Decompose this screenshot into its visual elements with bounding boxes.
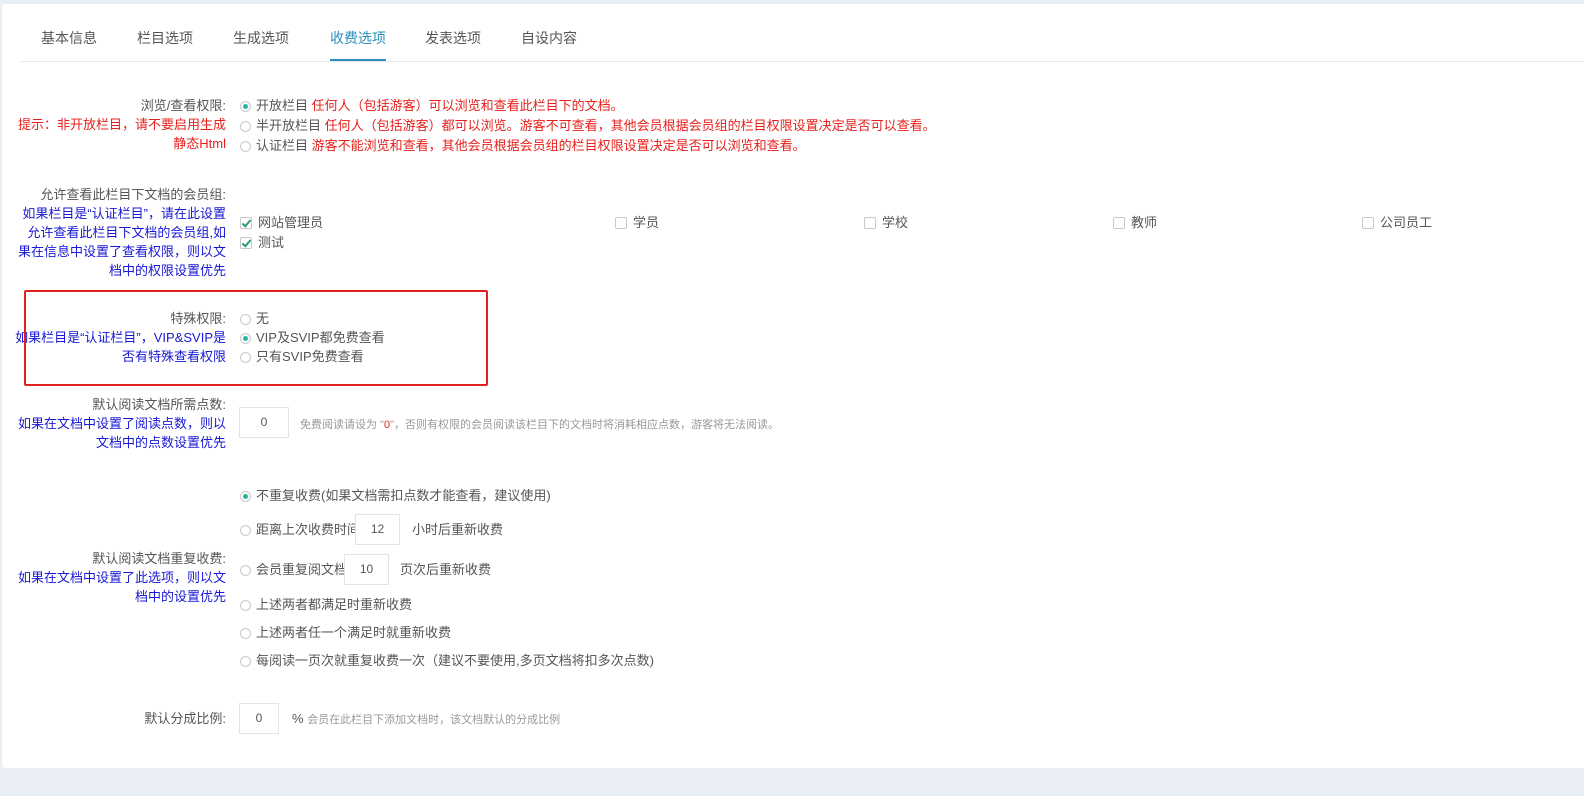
groups-label: 允许查看此栏目下文档的会员组: xyxy=(40,187,226,202)
option-label: 上述两者任一个满足时就重新收费 xyxy=(256,625,452,640)
radio-auth-column[interactable]: 认证栏目 游客不能浏览和查看，其他会员根据会员组的栏目权限设置决定是否可以浏览和… xyxy=(240,136,806,155)
option-desc: 游客不能浏览和查看，其他会员根据会员组的栏目权限设置决定是否可以浏览和查看。 xyxy=(311,138,806,153)
checkbox-group-admin[interactable]: 网站管理员 xyxy=(240,213,323,232)
radio-repeat-either[interactable]: 上述两者任一个满足时就重新收费 xyxy=(240,623,451,642)
checkbox-icon[interactable] xyxy=(864,217,876,229)
tab-charge-options[interactable]: 收费选项 xyxy=(330,28,386,61)
radio-on-icon[interactable] xyxy=(240,101,251,112)
option-label-pre: 距离上次收费时间 xyxy=(256,522,361,537)
points-hint-post: "，否则有权限的会员阅读该栏目下的文档时将消耗相应点数，游客将无法阅读。 xyxy=(390,419,779,431)
radio-off-icon[interactable] xyxy=(240,600,251,611)
group-label: 学员 xyxy=(633,215,660,230)
option-label-pre: 会员重复阅文档 xyxy=(256,562,348,577)
checkbox-group-school[interactable]: 学校 xyxy=(864,213,908,232)
points-input[interactable]: 0 xyxy=(239,407,289,438)
option-label: 每阅读一页次就重复收费一次（建议不要使用,多页文档将扣多次点数) xyxy=(256,653,654,668)
tab-generate-options[interactable]: 生成选项 xyxy=(233,28,289,61)
share-unit-and-hint: % 会员在此栏目下添加文档时，该文档默认的分成比例 xyxy=(292,709,560,728)
view-perm-label-block: 浏览/查看权限: 提示：非开放栏目，请不要启用生成 静态Html xyxy=(18,96,226,153)
checkbox-icon[interactable] xyxy=(1362,217,1374,229)
view-perm-label: 浏览/查看权限: xyxy=(140,98,226,113)
share-unit: % xyxy=(292,711,304,726)
tab-bar: 基本信息 栏目选项 生成选项 收费选项 发表选项 自设内容 xyxy=(21,4,1584,62)
checkbox-group-test[interactable]: 测试 xyxy=(240,233,284,252)
share-input[interactable]: 0 xyxy=(239,703,279,734)
tab-basic-info[interactable]: 基本信息 xyxy=(41,28,97,61)
share-label-block: 默认分成比例: xyxy=(144,709,226,728)
group-label: 公司员工 xyxy=(1380,215,1433,230)
groups-note-3: 果在信息中设置了查看权限，则以文 xyxy=(17,244,226,259)
radio-off-icon[interactable] xyxy=(240,656,251,667)
option-name: 半开放栏目 xyxy=(256,118,322,133)
radio-open-column[interactable]: 开放栏目 任何人（包括游客）可以浏览和查看此栏目下的文档。 xyxy=(240,96,624,115)
points-note-2: 文档中的点数设置优先 xyxy=(95,435,226,450)
groups-note-1: 如果栏目是“认证栏目”，请在此设置 xyxy=(22,206,226,221)
repeat-hours-input[interactable]: 12 xyxy=(355,514,400,545)
radio-off-icon[interactable] xyxy=(240,121,251,132)
checkbox-group-staff[interactable]: 公司员工 xyxy=(1362,213,1432,232)
radio-repeat-hours[interactable]: 距离上次收费时间 xyxy=(240,520,360,539)
highlight-box xyxy=(24,290,488,386)
option-name: 开放栏目 xyxy=(256,98,309,113)
content-panel: 基本信息 栏目选项 生成选项 收费选项 发表选项 自设内容 浏览/查看权限: 提… xyxy=(2,4,1584,768)
repeat-pages-input[interactable]: 10 xyxy=(344,554,389,585)
radio-repeat-every-page[interactable]: 每阅读一页次就重复收费一次（建议不要使用,多页文档将扣多次点数) xyxy=(240,651,654,670)
points-hint-pre: 免费阅读请设为 " xyxy=(300,419,384,431)
radio-on-icon[interactable] xyxy=(240,491,251,502)
points-note-1: 如果在文档中设置了阅读点数，则以 xyxy=(17,416,226,431)
tab-custom-content[interactable]: 自设内容 xyxy=(521,28,577,61)
checkbox-group-student[interactable]: 学员 xyxy=(615,213,659,232)
groups-note-4: 档中的权限设置优先 xyxy=(108,263,226,278)
repeat-pages-suffix: 页次后重新收费 xyxy=(400,562,492,577)
share-label: 默认分成比例: xyxy=(144,711,226,726)
radio-repeat-both[interactable]: 上述两者都满足时重新收费 xyxy=(240,595,412,614)
radio-repeat-none[interactable]: 不重复收费(如果文档需扣点数才能查看，建议使用) xyxy=(240,486,551,505)
points-label-block: 默认阅读文档所需点数: 如果在文档中设置了阅读点数，则以 文档中的点数设置优先 xyxy=(18,395,226,452)
repeat-label-block: 默认阅读文档重复收费: 如果在文档中设置了此选项，则以文 档中的设置优先 xyxy=(18,549,226,606)
checkbox-icon[interactable] xyxy=(1113,217,1125,229)
tab-column-options[interactable]: 栏目选项 xyxy=(137,28,193,61)
checkbox-group-teacher[interactable]: 教师 xyxy=(1113,213,1157,232)
option-label: 上述两者都满足时重新收费 xyxy=(256,597,413,612)
option-desc: 任何人（包括游客）可以浏览和查看此栏目下的文档。 xyxy=(311,98,624,113)
group-label: 学校 xyxy=(882,215,909,230)
option-desc: 任何人（包括游客）都可以浏览。游客不可查看，其他会员根据会员组的栏目权限设置决定… xyxy=(324,118,936,133)
radio-repeat-pages[interactable]: 会员重复阅文档 xyxy=(240,560,347,579)
view-perm-tip-line1: 提示：非开放栏目，请不要启用生成 xyxy=(17,117,226,132)
repeat-label: 默认阅读文档重复收费: xyxy=(92,551,226,566)
view-perm-tip-line2: 静态Html xyxy=(173,136,226,151)
radio-half-open-column[interactable]: 半开放栏目 任何人（包括游客）都可以浏览。游客不可查看，其他会员根据会员组的栏目… xyxy=(240,116,936,135)
repeat-note-1: 如果在文档中设置了此选项，则以文 xyxy=(17,570,226,585)
repeat-hours-suffix: 小时后重新收费 xyxy=(412,522,504,537)
radio-off-icon[interactable] xyxy=(240,525,251,536)
option-name: 认证栏目 xyxy=(256,138,309,153)
tab-publish-options[interactable]: 发表选项 xyxy=(425,28,481,61)
groups-label-block: 允许查看此栏目下文档的会员组: 如果栏目是“认证栏目”，请在此设置 允许查看此栏… xyxy=(18,185,226,280)
radio-off-icon[interactable] xyxy=(240,628,251,639)
points-hint: 免费阅读请设为 "0"，否则有权限的会员阅读该栏目下的文档时将消耗相应点数，游客… xyxy=(300,416,779,432)
option-label: 不重复收费(如果文档需扣点数才能查看，建议使用) xyxy=(256,488,551,503)
group-label: 测试 xyxy=(258,235,285,250)
groups-note-2: 允许查看此栏目下文档的会员组,如 xyxy=(27,225,226,240)
checkbox-checked-icon[interactable] xyxy=(240,217,252,229)
group-label: 网站管理员 xyxy=(258,215,324,230)
repeat-note-2: 档中的设置优先 xyxy=(134,589,226,604)
points-label: 默认阅读文档所需点数: xyxy=(92,397,226,412)
checkbox-checked-icon[interactable] xyxy=(240,237,252,249)
share-hint: 会员在此栏目下添加文档时，该文档默认的分成比例 xyxy=(307,714,561,726)
radio-off-icon[interactable] xyxy=(240,141,251,152)
group-label: 教师 xyxy=(1131,215,1158,230)
checkbox-icon[interactable] xyxy=(615,217,627,229)
radio-off-icon[interactable] xyxy=(240,565,251,576)
